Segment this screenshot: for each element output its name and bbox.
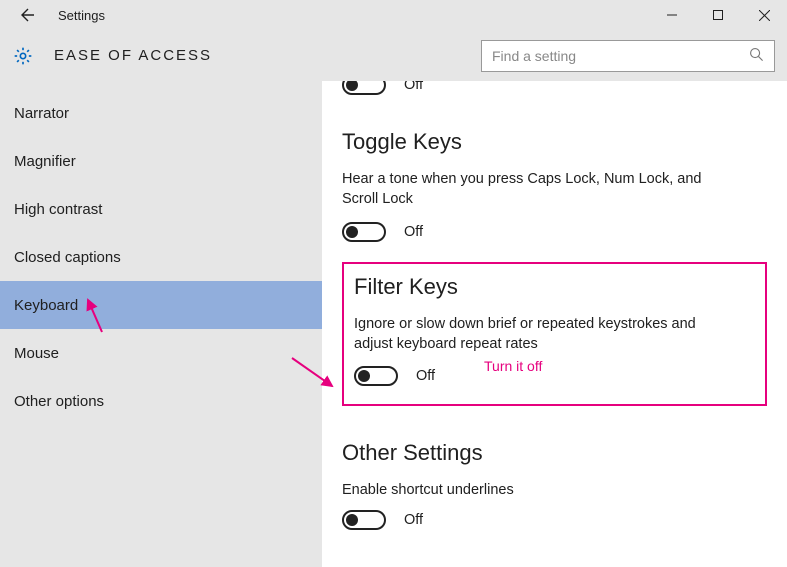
toggle-switch-filter-keys[interactable] (354, 366, 398, 386)
search-icon (749, 47, 764, 65)
gear-icon (12, 45, 34, 67)
maximize-button[interactable] (695, 0, 741, 30)
annotation-box-filter-keys: Filter Keys Ignore or slow down brief or… (342, 262, 767, 407)
search-box[interactable] (481, 40, 775, 72)
sidebar-item-label: Magnifier (14, 153, 76, 170)
sidebar-item-closed-captions[interactable]: Closed captions (0, 233, 322, 281)
toggle-row-other-settings: Off (342, 510, 767, 530)
toggle-row-filter-keys: Off (354, 366, 755, 386)
toggle-switch-toggle-keys[interactable] (342, 222, 386, 242)
toggle-switch-other-settings[interactable] (342, 510, 386, 530)
maximize-icon (713, 10, 723, 20)
sidebar-item-magnifier[interactable]: Magnifier (0, 137, 322, 185)
sidebar-item-keyboard[interactable]: Keyboard (0, 281, 322, 329)
sidebar-item-narrator[interactable]: Narrator (0, 89, 322, 137)
sidebar-item-label: High contrast (14, 201, 102, 218)
close-button[interactable] (741, 0, 787, 30)
toggle-label: Off (404, 512, 423, 528)
sidebar-item-high-contrast[interactable]: High contrast (0, 185, 322, 233)
toggle-label: Off (404, 224, 423, 240)
search-input[interactable] (492, 48, 749, 64)
annotation-text: Turn it off (484, 358, 542, 374)
toggle-switch[interactable] (342, 81, 386, 95)
description-other-settings: Enable shortcut underlines (342, 480, 722, 500)
sidebar-item-label: Other options (14, 393, 104, 410)
minimize-button[interactable] (649, 0, 695, 30)
section-title-other-settings: Other Settings (342, 440, 767, 466)
sidebar-item-other-options[interactable]: Other options (0, 377, 322, 425)
toggle-label: Off (416, 368, 435, 384)
description-filter-keys: Ignore or slow down brief or repeated ke… (354, 314, 734, 355)
close-icon (759, 10, 770, 21)
section-title-filter-keys: Filter Keys (354, 274, 755, 300)
description-toggle-keys: Hear a tone when you press Caps Lock, Nu… (342, 169, 722, 210)
header: EASE OF ACCESS (0, 30, 787, 81)
window-title: Settings (58, 8, 105, 23)
breadcrumb: EASE OF ACCESS (54, 47, 212, 64)
sidebar-item-label: Keyboard (14, 297, 78, 314)
sidebar-item-label: Mouse (14, 345, 59, 362)
main-panel: Off Toggle Keys Hear a tone when you pre… (322, 81, 787, 567)
section-title-toggle-keys: Toggle Keys (342, 129, 767, 155)
toggle-row-top: Off (342, 81, 767, 95)
sidebar-item-label: Narrator (14, 105, 69, 122)
title-bar: Settings (0, 0, 787, 30)
content: Narrator Magnifier High contrast Closed … (0, 81, 787, 567)
minimize-icon (667, 10, 677, 20)
back-button[interactable] (12, 0, 40, 30)
sidebar-item-mouse[interactable]: Mouse (0, 329, 322, 377)
window-controls (649, 0, 787, 30)
toggle-row-toggle-keys: Off (342, 222, 767, 242)
sidebar-item-label: Closed captions (14, 249, 121, 266)
sidebar: Narrator Magnifier High contrast Closed … (0, 81, 322, 567)
arrow-left-icon (18, 7, 34, 23)
toggle-label: Off (404, 81, 423, 93)
